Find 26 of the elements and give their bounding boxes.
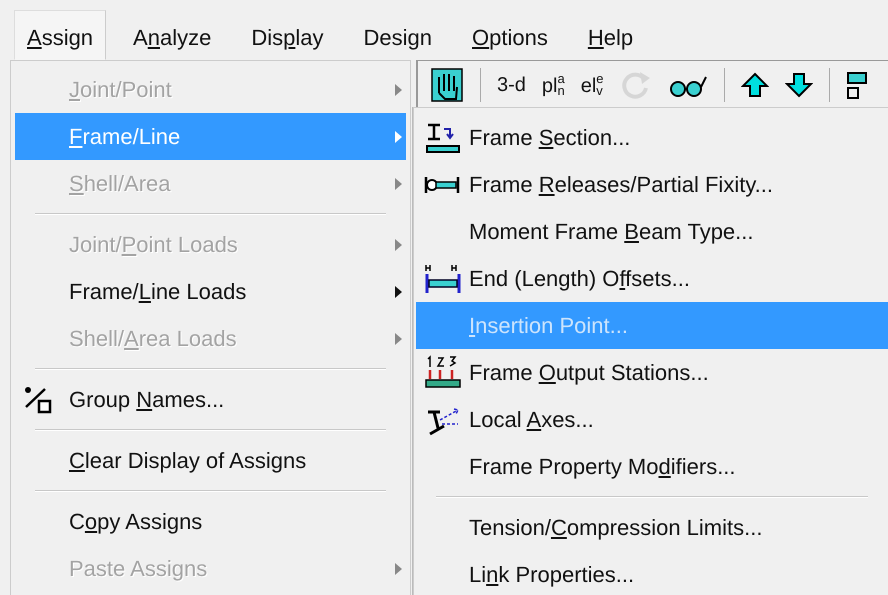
- menu-item[interactable]: Frame Releases/Partial Fixity...: [416, 161, 888, 208]
- menu-item[interactable]: Analyze: [120, 10, 224, 60]
- offset-icon: [424, 262, 462, 294]
- menu-item[interactable]: Tension/Compression Limits...: [416, 504, 888, 551]
- menu-item[interactable]: End (Length) Offsets...: [416, 255, 888, 302]
- menu-item[interactable]: Moment Frame Beam Type...: [416, 208, 888, 255]
- stations-icon: [424, 354, 462, 390]
- down-arrow-icon[interactable]: [784, 72, 813, 98]
- menu-item[interactable]: Options: [459, 10, 561, 60]
- view-button[interactable]: 3-d: [497, 74, 526, 94]
- menu-item[interactable]: Link Properties...: [416, 551, 888, 595]
- hand-icon[interactable]: [430, 66, 464, 102]
- toolbar-icon[interactable]: [846, 70, 870, 100]
- menu-item[interactable]: Copy Assigns: [15, 498, 406, 545]
- menu-item[interactable]: Frame Property Modifiers...: [416, 443, 888, 490]
- menu-item[interactable]: Frame/Line Loads: [15, 268, 406, 315]
- menu-item[interactable]: Group Names...: [15, 376, 406, 423]
- up-arrow-icon[interactable]: [740, 72, 769, 98]
- menu-item[interactable]: Clear Display of Assigns: [15, 437, 406, 484]
- menu-item[interactable]: Frame Output Stations...: [416, 349, 888, 396]
- menu-item[interactable]: Display: [238, 10, 336, 60]
- menu-item[interactable]: Local Axes...: [416, 396, 888, 443]
- menu-item[interactable]: Frame Section...: [416, 114, 888, 161]
- menu-item[interactable]: Design: [350, 10, 446, 60]
- menu-item[interactable]: Assign: [14, 10, 106, 60]
- menu-item[interactable]: Help: [574, 10, 646, 60]
